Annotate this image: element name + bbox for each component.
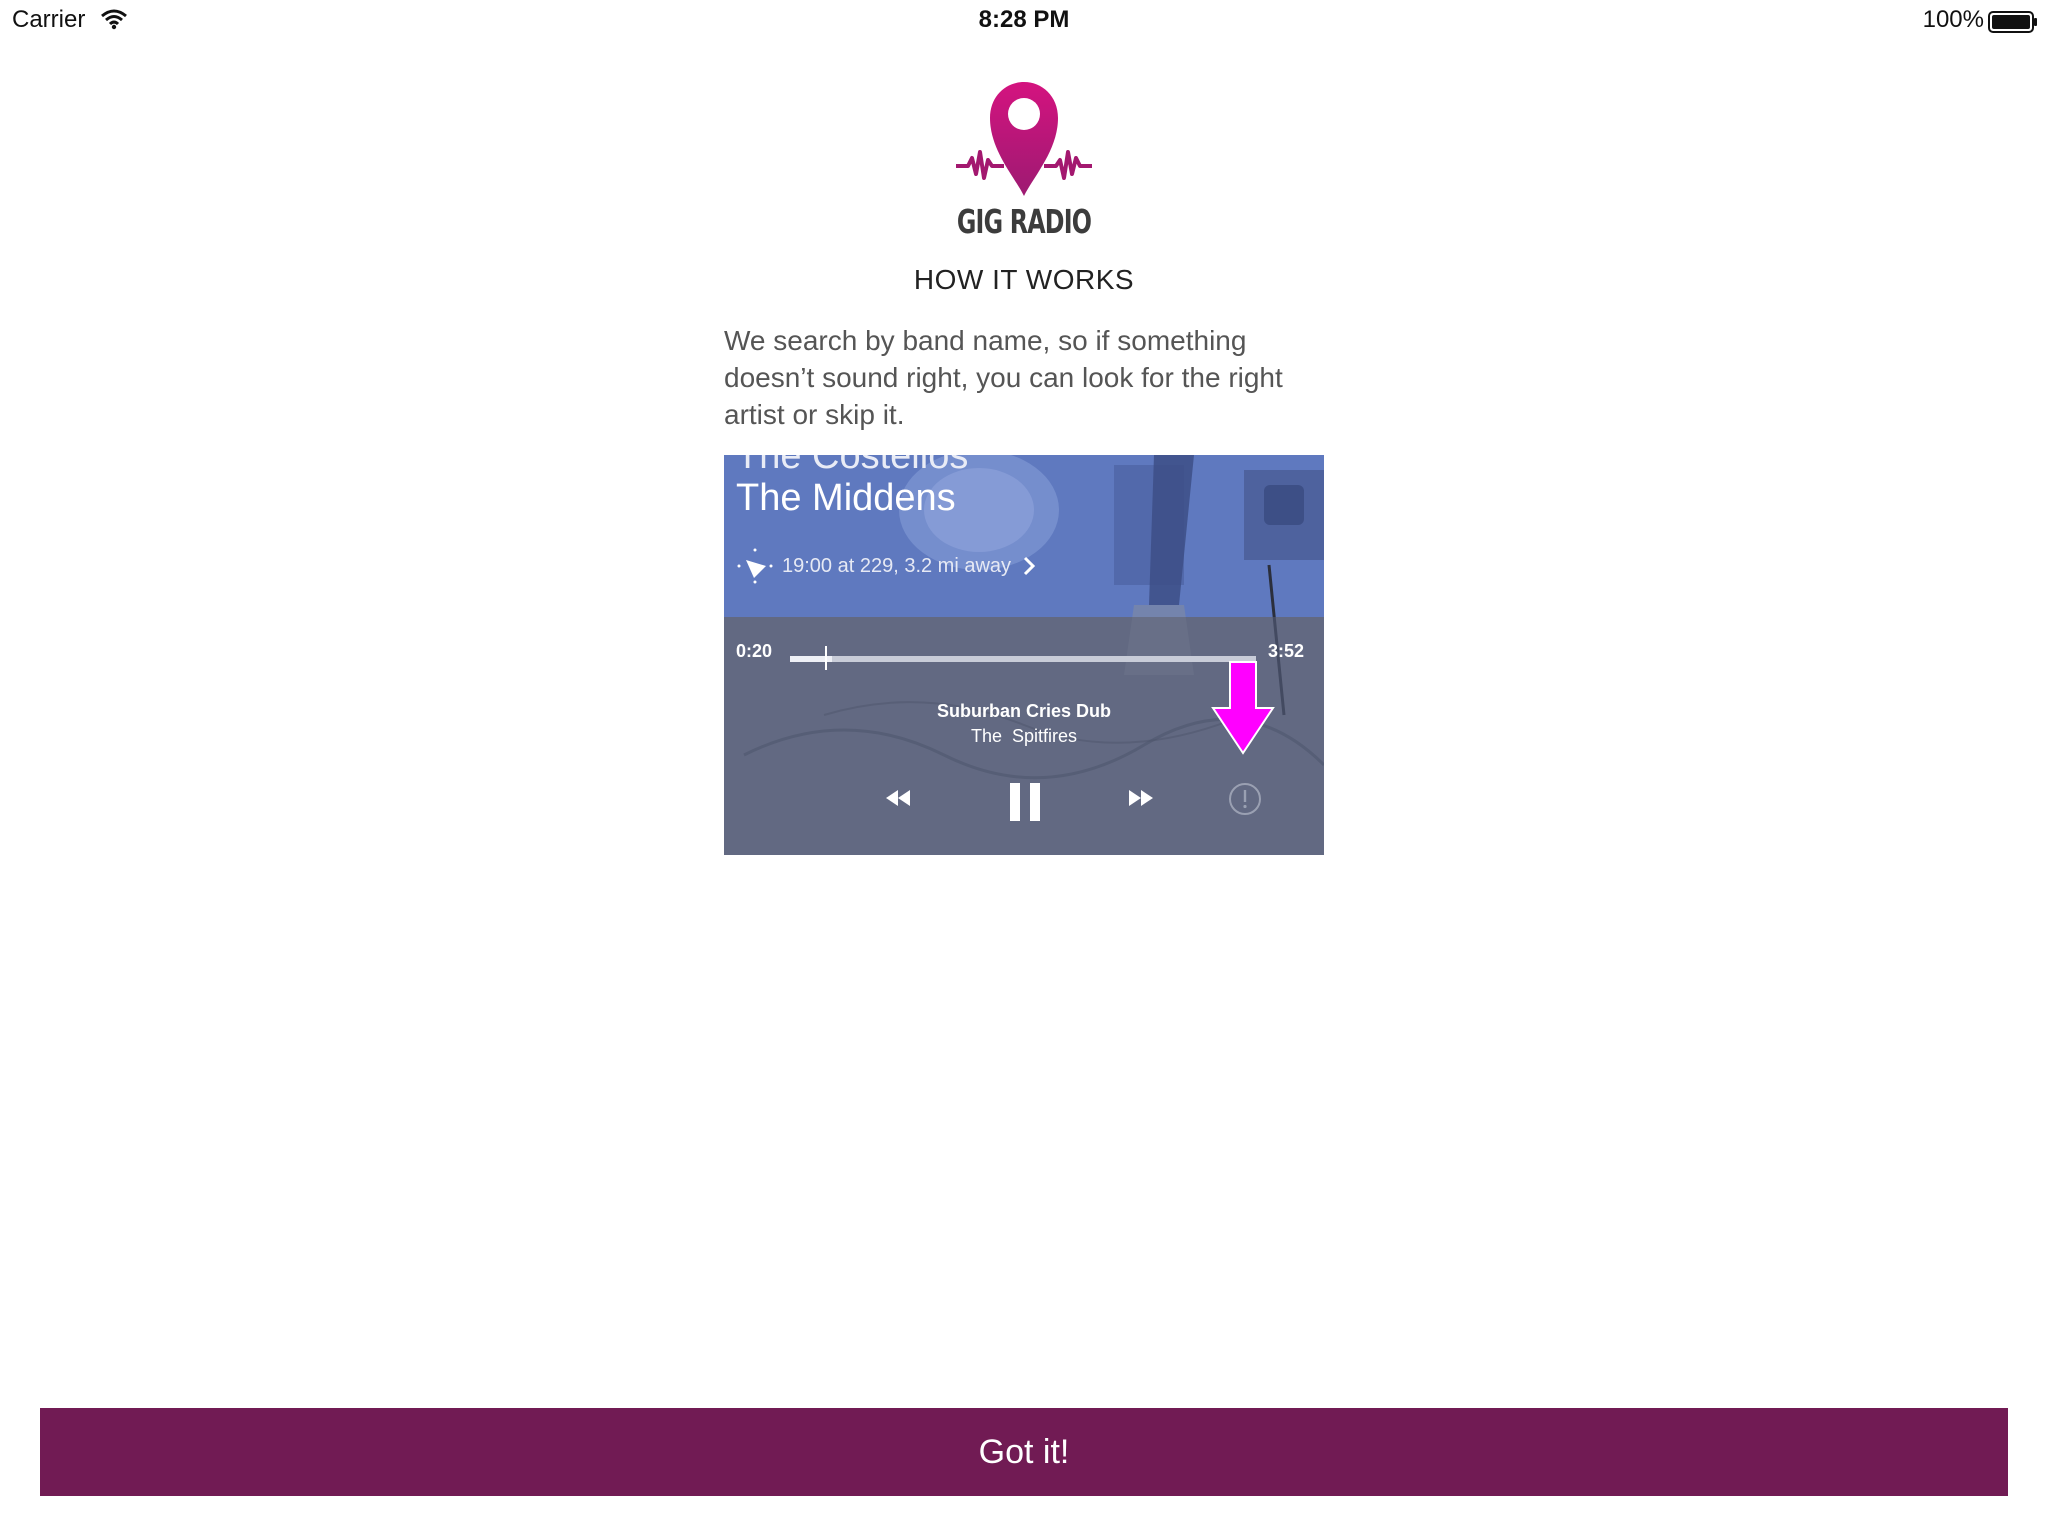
highlight-arrow-icon (1211, 661, 1275, 755)
progress-bar (790, 656, 1256, 662)
logo-text: GIG RADIO (956, 202, 1092, 241)
venue-text: 19:00 at 229, 3.2 mi away (782, 554, 1012, 577)
status-bar: Carrier 8:28 PM 100% (0, 0, 2048, 40)
battery-icon (1988, 11, 2037, 33)
status-time: 8:28 PM (978, 6, 1070, 33)
rewind-icon (886, 790, 910, 806)
got-it-button[interactable]: Got it! (40, 1408, 2008, 1496)
battery-percent: 100% (1922, 6, 1984, 33)
previous-band-name: The Costellos (736, 455, 969, 477)
gig-radio-logo-icon (956, 82, 1092, 196)
page-title: HOW IT WORKS (913, 264, 1135, 295)
chevron-right-icon (1023, 556, 1036, 576)
pause-icon (1010, 783, 1040, 821)
current-time: 0:20 (736, 641, 773, 661)
description-text: We search by band name, so if something … (724, 325, 1283, 430)
venue-info-row: 19:00 at 229, 3.2 mi away (736, 548, 1037, 584)
band-name: The Middens (736, 477, 956, 519)
progress-knob (825, 646, 827, 670)
report-icon (1229, 783, 1261, 815)
tutorial-image: The Costellos The Middens 19:00 at 229, … (724, 455, 1324, 855)
location-arrow-icon (737, 548, 773, 584)
fast-forward-icon (1129, 790, 1153, 806)
total-time: 3:52 (1268, 641, 1305, 661)
